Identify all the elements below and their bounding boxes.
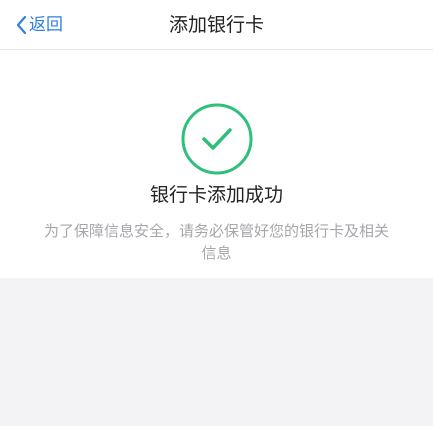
page-title: 添加银行卡 [168,14,264,36]
screen: 返回 添加银行卡 银行卡添加成功 为了保障信息安全，请务必保管好您的银行卡及相关… [0,0,433,426]
checkmark-circle-icon [181,103,253,175]
success-title: 银行卡添加成功 [149,184,283,206]
navigation-bar: 返回 添加银行卡 [0,0,433,50]
success-panel: 银行卡添加成功 为了保障信息安全，请务必保管好您的银行卡及相关信息 [0,50,433,278]
security-notice: 为了保障信息安全，请务必保管好您的银行卡及相关信息 [44,222,390,262]
